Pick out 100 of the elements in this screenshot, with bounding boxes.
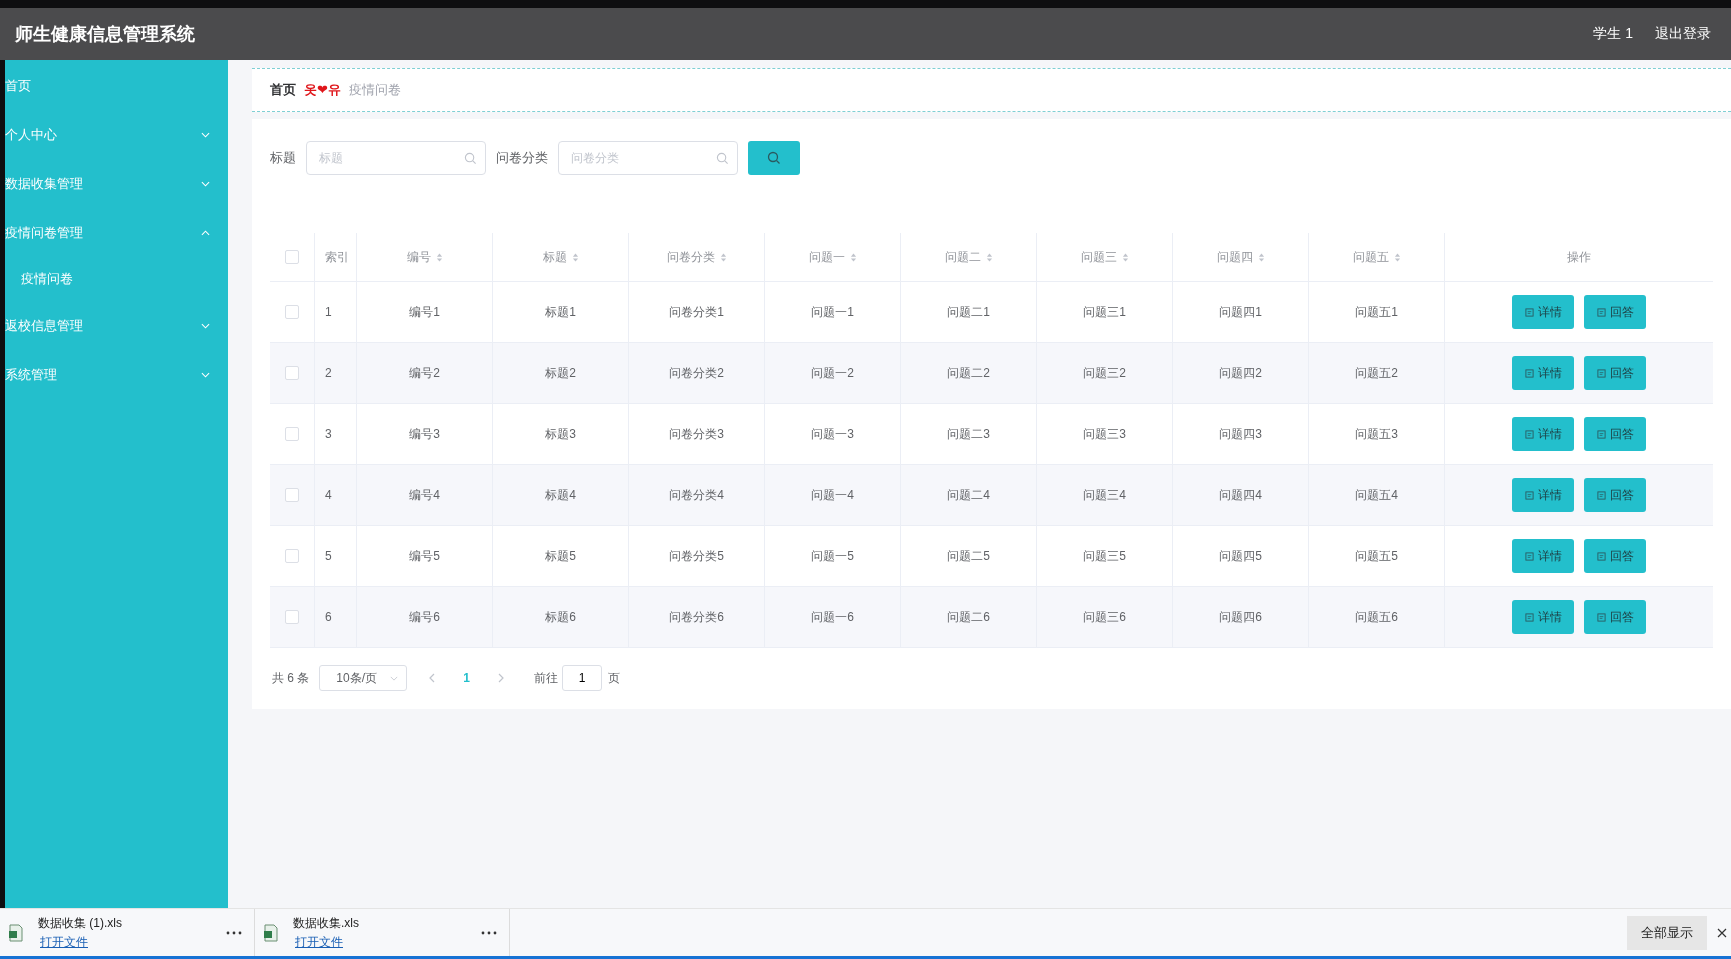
details-button[interactable]: 详情 xyxy=(1512,600,1574,634)
checkbox[interactable] xyxy=(285,549,299,563)
table-cell: 问题三4 xyxy=(1083,486,1126,504)
sort-icon[interactable] xyxy=(1393,251,1401,263)
sort-icon[interactable] xyxy=(985,251,993,263)
checkbox[interactable] xyxy=(285,427,299,441)
file-name: 数据收集.xls xyxy=(293,914,360,932)
table-cell: 问题五3 xyxy=(1355,425,1398,443)
document-icon xyxy=(1524,307,1534,317)
table-cell: 问卷分类1 xyxy=(669,303,724,321)
answer-button[interactable]: 回答 xyxy=(1584,295,1646,329)
page-suffix: 页 xyxy=(608,669,621,687)
page-size-select[interactable]: 10条/页 xyxy=(319,665,408,691)
table-cell: 标题2 xyxy=(545,364,576,382)
details-button[interactable]: 详情 xyxy=(1512,417,1574,451)
field-label: 标题 xyxy=(270,149,296,167)
table-cell: 6 xyxy=(325,610,332,624)
table-cell: 问题二2 xyxy=(947,364,990,382)
breadcrumb-current: 疫情问卷 xyxy=(348,81,401,99)
more-icon[interactable] xyxy=(226,930,242,935)
answer-button[interactable]: 回答 xyxy=(1584,600,1646,634)
column-header: 问题一 xyxy=(808,248,845,266)
show-all-button[interactable]: 全部显示 xyxy=(1627,915,1707,950)
next-page-icon[interactable] xyxy=(498,673,505,683)
search-icon xyxy=(767,151,781,165)
table-cell: 问卷分类2 xyxy=(669,364,724,382)
table-cell: 4 xyxy=(325,488,332,502)
table-cell: 标题3 xyxy=(545,425,576,443)
search-icon xyxy=(464,152,477,165)
document-icon xyxy=(1596,490,1606,500)
answer-button[interactable]: 回答 xyxy=(1584,417,1646,451)
chevron-down-icon xyxy=(201,131,210,138)
search-icon xyxy=(716,152,729,165)
search-button[interactable] xyxy=(748,141,800,175)
answer-button[interactable]: 回答 xyxy=(1584,539,1646,573)
caret-icon xyxy=(390,675,399,681)
details-button[interactable]: 详情 xyxy=(1512,356,1574,390)
goto-label: 前往 xyxy=(534,669,559,687)
document-icon xyxy=(1596,429,1606,439)
checkbox[interactable] xyxy=(285,305,299,319)
breadcrumb-link[interactable]: 首页 xyxy=(270,81,296,99)
chevron-down-icon xyxy=(201,180,210,187)
spreadsheet-file-icon xyxy=(263,923,279,942)
table-cell: 问卷分类4 xyxy=(669,486,724,504)
sort-icon[interactable] xyxy=(435,251,443,263)
answer-button[interactable]: 回答 xyxy=(1584,478,1646,512)
previous-page-icon[interactable] xyxy=(429,673,436,683)
sort-icon[interactable] xyxy=(849,251,857,263)
checkbox[interactable] xyxy=(285,610,299,624)
table-cell: 2 xyxy=(325,366,332,380)
table-cell: 问题一2 xyxy=(811,364,854,382)
sort-icon[interactable] xyxy=(1121,251,1129,263)
answer-button[interactable]: 回答 xyxy=(1584,356,1646,390)
page-input[interactable]: 1 xyxy=(562,665,603,691)
sort-icon[interactable] xyxy=(1257,251,1265,263)
table-cell: 问题四3 xyxy=(1219,425,1262,443)
table-cell: 问题五4 xyxy=(1355,486,1398,504)
checkbox[interactable] xyxy=(285,250,299,264)
sort-icon[interactable] xyxy=(571,251,579,263)
field-label: 问卷分类 xyxy=(496,149,548,167)
file-name: 数据收集 (1).xls xyxy=(38,914,123,932)
open-file-link[interactable]: 打开文件 xyxy=(295,933,481,951)
close-icon[interactable] xyxy=(1717,927,1727,938)
total-count: 共 6 条 xyxy=(272,669,310,687)
table-cell: 问题四4 xyxy=(1219,486,1262,504)
column-header: 问题三 xyxy=(1080,248,1117,266)
details-button[interactable]: 详情 xyxy=(1512,539,1574,573)
table-cell: 标题4 xyxy=(545,486,576,504)
table-cell: 标题6 xyxy=(545,608,576,626)
table-cell: 问题一6 xyxy=(811,608,854,626)
table-cell: 问题三2 xyxy=(1083,364,1126,382)
document-icon xyxy=(1524,490,1534,500)
table-cell: 问题三3 xyxy=(1083,425,1126,443)
document-icon xyxy=(1596,368,1606,378)
logout-link[interactable]: 退出登录 xyxy=(1655,25,1711,43)
table-cell: 问题五1 xyxy=(1355,303,1398,321)
column-header: 标题 xyxy=(542,248,567,266)
table-cell: 编号2 xyxy=(409,364,440,382)
details-button[interactable]: 详情 xyxy=(1512,295,1574,329)
sort-icon[interactable] xyxy=(719,251,727,263)
table-cell: 问题四5 xyxy=(1219,547,1262,565)
table-cell: 问题三1 xyxy=(1083,303,1126,321)
column-header: 问题五 xyxy=(1352,248,1389,266)
column-header: 编号 xyxy=(406,248,431,266)
app-title: 师生健康信息管理系统 xyxy=(15,23,195,46)
checkbox[interactable] xyxy=(285,366,299,380)
table-cell: 编号4 xyxy=(409,486,440,504)
table-cell: 问题二6 xyxy=(947,608,990,626)
chevron-up-icon xyxy=(201,229,210,236)
open-file-link[interactable]: 打开文件 xyxy=(40,933,226,951)
table-cell: 问题五5 xyxy=(1355,547,1398,565)
table-cell: 问题二3 xyxy=(947,425,990,443)
checkbox[interactable] xyxy=(285,488,299,502)
details-button[interactable]: 详情 xyxy=(1512,478,1574,512)
more-icon[interactable] xyxy=(481,930,497,935)
spreadsheet-file-icon xyxy=(8,923,24,942)
breadcrumb-separator: 옷❤유 xyxy=(304,81,341,99)
table-cell: 问卷分类5 xyxy=(669,547,724,565)
search-field[interactable]: 标题 xyxy=(306,141,486,175)
chevron-down-icon xyxy=(201,322,210,329)
